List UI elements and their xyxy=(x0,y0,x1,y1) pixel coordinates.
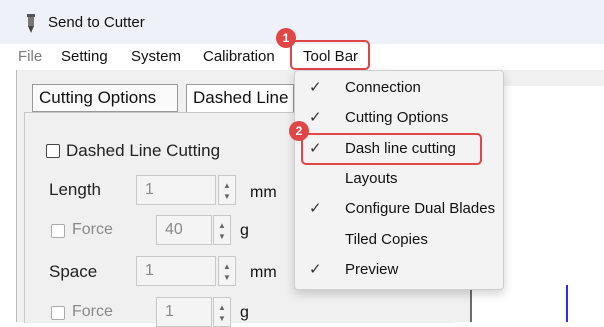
space-label: Space xyxy=(49,262,98,281)
menu-item-preview[interactable]: ✓ Preview xyxy=(295,255,503,285)
checkmark-icon: ✓ xyxy=(309,109,322,126)
force-input[interactable]: 40 xyxy=(156,215,212,245)
checkmark-icon: ✓ xyxy=(309,200,322,217)
length-label: Length xyxy=(49,180,101,199)
menu-item-cutting-options[interactable]: ✓ Cutting Options xyxy=(295,103,503,133)
menu-item-label: Configure Dual Blades xyxy=(345,200,496,217)
force-2-value: 1 xyxy=(165,303,174,320)
chevron-up-icon: ▲ xyxy=(218,303,226,312)
dashed-line-checkbox[interactable] xyxy=(46,144,60,158)
tool-bar-dropdown-menu: ✓ Connection ✓ Cutting Options ✓ Dash li… xyxy=(294,70,504,290)
length-value: 1 xyxy=(145,181,154,198)
title-bar: Send to Cutter xyxy=(0,0,604,44)
chevron-up-icon: ▲ xyxy=(223,181,231,190)
force-unit: g xyxy=(240,222,249,239)
menu-calibration[interactable]: Calibration xyxy=(203,48,275,65)
chevron-up-icon: ▲ xyxy=(223,262,231,271)
force-2-unit: g xyxy=(240,304,249,321)
menu-item-label: Preview xyxy=(345,261,399,278)
space-stepper[interactable]: ▲ ▼ xyxy=(218,256,236,286)
chevron-down-icon: ▼ xyxy=(223,273,231,282)
space-unit: mm xyxy=(250,264,277,281)
menu-setting[interactable]: Setting xyxy=(61,48,108,65)
length-input[interactable]: 1 xyxy=(136,175,216,205)
force-2-stepper[interactable]: ▲ ▼ xyxy=(213,297,231,327)
tab-cutting-options[interactable]: Cutting Options xyxy=(32,84,178,112)
space-value: 1 xyxy=(145,262,154,279)
force-stepper[interactable]: ▲ ▼ xyxy=(213,215,231,245)
step-2-badge: 2 xyxy=(289,121,309,141)
force-2-input[interactable]: 1 xyxy=(156,297,212,327)
menu-item-label: Tiled Copies xyxy=(345,231,428,248)
space-input[interactable]: 1 xyxy=(136,256,216,286)
tool-bar-highlight-box xyxy=(290,40,370,70)
step-1-badge: 1 xyxy=(276,28,296,48)
force-2-label: Force xyxy=(72,303,113,320)
checkmark-icon: ✓ xyxy=(309,79,322,96)
preview-line xyxy=(566,285,568,322)
menu-item-layouts[interactable]: Layouts xyxy=(295,164,503,194)
chevron-down-icon: ▼ xyxy=(218,232,226,241)
dashed-line-checkbox-label: Dashed Line Cutting xyxy=(66,141,221,160)
menu-file[interactable]: File xyxy=(18,48,42,65)
checkmark-icon: ✓ xyxy=(309,261,322,278)
menu-item-configure-dual-blades[interactable]: ✓ Configure Dual Blades xyxy=(295,194,503,224)
length-unit: mm xyxy=(250,184,277,201)
window-title: Send to Cutter xyxy=(48,14,145,31)
force-value: 40 xyxy=(165,221,183,238)
chevron-up-icon: ▲ xyxy=(218,221,226,230)
chevron-down-icon: ▼ xyxy=(223,192,231,201)
force-label: Force xyxy=(72,221,113,238)
dash-line-cutting-highlight-box xyxy=(301,133,482,165)
force-checkbox[interactable] xyxy=(51,224,65,238)
menu-system[interactable]: System xyxy=(131,48,181,65)
menu-item-tiled-copies[interactable]: Tiled Copies xyxy=(295,225,503,255)
pen-knife-icon xyxy=(27,14,35,33)
menu-item-label: Layouts xyxy=(345,170,398,187)
tab-dashed-line-cutting[interactable]: Dashed Line Cutting xyxy=(186,84,294,112)
force-2-checkbox[interactable] xyxy=(51,306,65,320)
menu-item-label: Connection xyxy=(345,79,421,96)
length-stepper[interactable]: ▲ ▼ xyxy=(218,175,236,205)
menu-item-connection[interactable]: ✓ Connection xyxy=(295,73,503,103)
menu-item-label: Cutting Options xyxy=(345,109,449,126)
